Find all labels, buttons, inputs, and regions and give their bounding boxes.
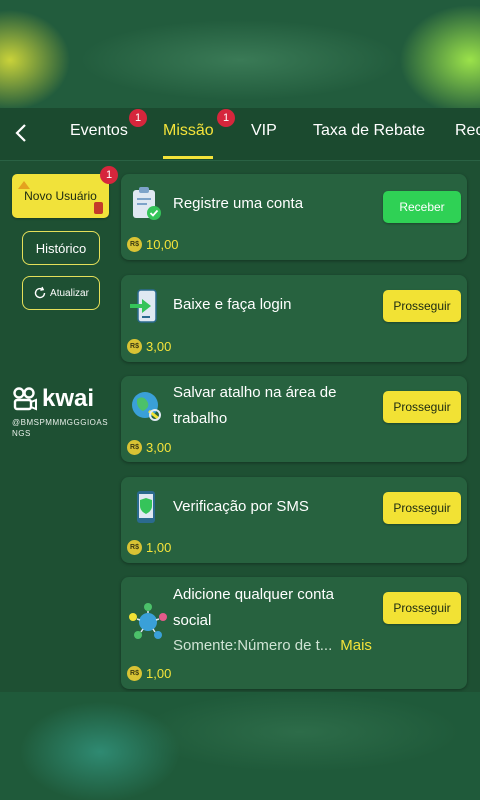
task-card-sms: Verificação por SMS Prosseguir R$ 1,00	[121, 477, 467, 563]
tab-vip[interactable]: VIP	[251, 122, 277, 148]
tab-rec[interactable]: Rec	[455, 122, 480, 148]
globe-shortcut-icon	[132, 392, 161, 421]
reward-amount: 1,00	[146, 666, 172, 681]
coin-icon: R$	[127, 339, 142, 354]
social-network-icon	[129, 603, 167, 639]
task-card-baixe: Baixe e faça login Prosseguir R$ 3,00	[121, 275, 467, 362]
task-card-registre: Registre uma conta Receber R$ 10,00	[121, 174, 467, 260]
coin-icon: R$	[127, 440, 142, 455]
tab-missao[interactable]: Missão	[163, 122, 214, 148]
clipboard-check-icon	[133, 187, 161, 220]
eventos-badge: 1	[129, 109, 147, 127]
historico-button[interactable]: Histórico	[22, 231, 100, 265]
reward-amount: 1,00	[146, 540, 172, 555]
refresh-icon	[34, 286, 46, 299]
coin-icon: R$	[127, 540, 142, 555]
coin-icon: R$	[127, 237, 142, 252]
missao-badge: 1	[217, 109, 235, 127]
tab-taxa-de-rebate[interactable]: Taxa de Rebate	[313, 122, 425, 148]
atualizar-button[interactable]: Atualizar	[22, 276, 100, 310]
task-card-salvar-atalho: Salvar atalho na área de trabalho Prosse…	[121, 376, 467, 462]
reward-amount: 3,00	[146, 339, 172, 354]
task-reward: R$ 3,00	[127, 440, 171, 455]
task-card-social: Adicione qualquer conta social Somente:N…	[121, 577, 467, 689]
prosseguir-button[interactable]: Prosseguir	[383, 592, 461, 624]
gift-icon	[94, 202, 103, 214]
task-title: Verificação por SMS	[173, 498, 309, 515]
blurred-background-top	[0, 0, 480, 108]
phone-download-icon	[130, 289, 157, 323]
task-reward: R$ 3,00	[127, 339, 171, 354]
sidebar-item-novo-usuario[interactable]: Novo Usuário	[12, 174, 109, 218]
task-reward: R$ 1,00	[127, 666, 171, 681]
tab-bar: Eventos 1 Missão 1 VIP Taxa de Rebate Re…	[0, 108, 480, 161]
task-reward: R$ 10,00	[127, 237, 179, 252]
active-tab-indicator	[163, 156, 213, 159]
task-reward: R$ 1,00	[127, 540, 171, 555]
user-flag-icon	[18, 181, 30, 189]
task-title: Salvar atalho na área de trabalho	[173, 384, 337, 427]
reward-amount: 3,00	[146, 440, 172, 455]
task-subtitle: Somente:Número de t... Mais	[173, 637, 372, 654]
phone-shield-icon	[137, 491, 155, 523]
kwai-logo-icon	[13, 387, 37, 411]
task-title: Adicione qualquer conta social	[173, 586, 334, 629]
coin-icon: R$	[127, 666, 142, 681]
task-title: Baixe e faça login	[173, 296, 292, 313]
tab-eventos[interactable]: Eventos	[70, 122, 128, 148]
sidebar-item-label: Novo Usuário	[24, 189, 97, 203]
blurred-background-bottom	[0, 692, 480, 800]
kwai-brand: kwai	[42, 385, 95, 412]
task-title: Registre uma conta	[173, 195, 304, 212]
receber-button[interactable]: Receber	[383, 191, 461, 223]
back-arrow-icon[interactable]	[8, 120, 34, 146]
reward-amount: 10,00	[146, 237, 179, 252]
prosseguir-button[interactable]: Prosseguir	[383, 290, 461, 322]
prosseguir-button[interactable]: Prosseguir	[383, 391, 461, 423]
mais-link[interactable]: Mais	[340, 637, 372, 654]
novo-usuario-badge: 1	[100, 166, 118, 184]
prosseguir-button[interactable]: Prosseguir	[383, 492, 461, 524]
